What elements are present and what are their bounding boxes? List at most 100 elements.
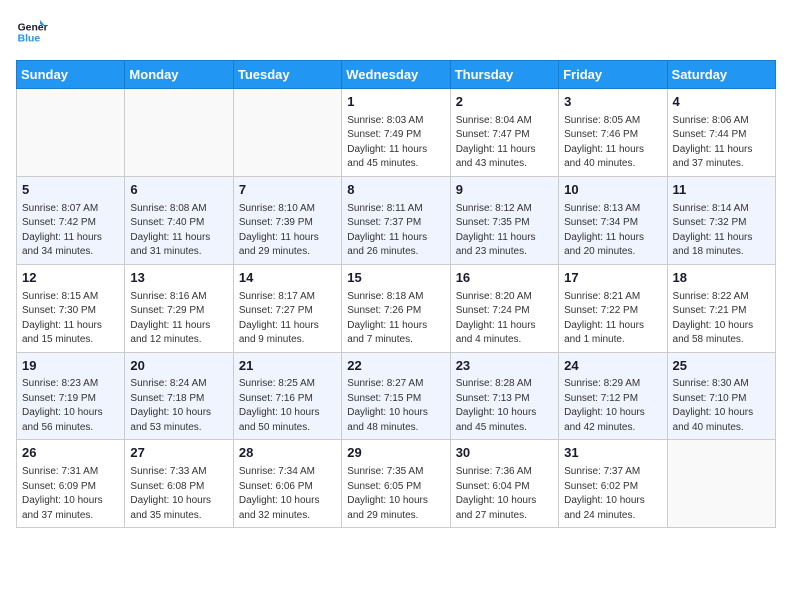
day-info-line: and 12 minutes. bbox=[130, 333, 227, 348]
day-info-line: and 37 minutes. bbox=[673, 157, 770, 172]
day-number: 17 bbox=[564, 269, 661, 288]
calendar-week-row: 19Sunrise: 8:23 AMSunset: 7:19 PMDayligh… bbox=[17, 352, 776, 440]
day-info-line: and 18 minutes. bbox=[673, 245, 770, 260]
calendar-table: SundayMondayTuesdayWednesdayThursdayFrid… bbox=[16, 60, 776, 528]
calendar-cell: 10Sunrise: 8:13 AMSunset: 7:34 PMDayligh… bbox=[559, 176, 667, 264]
day-number: 15 bbox=[347, 269, 444, 288]
day-info-line: and 40 minutes. bbox=[564, 157, 661, 172]
day-info-line: Daylight: 10 hours bbox=[456, 406, 553, 421]
calendar-cell: 2Sunrise: 8:04 AMSunset: 7:47 PMDaylight… bbox=[450, 89, 558, 177]
day-info-line: Sunset: 7:27 PM bbox=[239, 304, 336, 319]
calendar-week-row: 12Sunrise: 8:15 AMSunset: 7:30 PMDayligh… bbox=[17, 264, 776, 352]
day-info-line: and 40 minutes. bbox=[673, 421, 770, 436]
day-info-line: Sunset: 7:18 PM bbox=[130, 392, 227, 407]
day-number: 10 bbox=[564, 181, 661, 200]
day-info-line: Daylight: 10 hours bbox=[22, 494, 119, 509]
day-number: 1 bbox=[347, 93, 444, 112]
calendar-cell: 5Sunrise: 8:07 AMSunset: 7:42 PMDaylight… bbox=[17, 176, 125, 264]
calendar-cell: 12Sunrise: 8:15 AMSunset: 7:30 PMDayligh… bbox=[17, 264, 125, 352]
day-info-line: and 53 minutes. bbox=[130, 421, 227, 436]
day-info-line: Daylight: 11 hours bbox=[22, 231, 119, 246]
day-info-line: Daylight: 10 hours bbox=[239, 494, 336, 509]
day-info-line: Sunrise: 7:37 AM bbox=[564, 465, 661, 480]
day-info-line: Sunrise: 8:22 AM bbox=[673, 290, 770, 305]
day-info-line: Daylight: 10 hours bbox=[673, 406, 770, 421]
day-number: 25 bbox=[673, 357, 770, 376]
day-info-line: Sunset: 7:21 PM bbox=[673, 304, 770, 319]
logo-icon: General Blue bbox=[16, 16, 48, 48]
day-info-line: Daylight: 11 hours bbox=[347, 319, 444, 334]
calendar-cell: 6Sunrise: 8:08 AMSunset: 7:40 PMDaylight… bbox=[125, 176, 233, 264]
day-info-line: Daylight: 11 hours bbox=[239, 319, 336, 334]
day-info-line: Sunrise: 8:18 AM bbox=[347, 290, 444, 305]
day-info-line: and 58 minutes. bbox=[673, 333, 770, 348]
day-info-line: Sunset: 7:22 PM bbox=[564, 304, 661, 319]
day-number: 8 bbox=[347, 181, 444, 200]
calendar-cell: 21Sunrise: 8:25 AMSunset: 7:16 PMDayligh… bbox=[233, 352, 341, 440]
day-info-line: Sunrise: 8:05 AM bbox=[564, 114, 661, 129]
calendar-cell: 15 Sunrise: 8:18 AMSunset: 7:26 PMDayligh… bbox=[342, 264, 450, 352]
day-info-line: Daylight: 11 hours bbox=[456, 143, 553, 158]
day-info-line: Sunrise: 7:33 AM bbox=[130, 465, 227, 480]
day-info-line: Sunrise: 8:13 AM bbox=[564, 202, 661, 217]
day-info-line: Daylight: 11 hours bbox=[347, 231, 444, 246]
day-info-line: Daylight: 10 hours bbox=[347, 406, 444, 421]
day-info-line: Daylight: 11 hours bbox=[22, 319, 119, 334]
calendar-cell: 22Sunrise: 8:27 AMSunset: 7:15 PMDayligh… bbox=[342, 352, 450, 440]
calendar-cell: 28Sunrise: 7:34 AMSunset: 6:06 PMDayligh… bbox=[233, 440, 341, 528]
calendar-cell: 14Sunrise: 8:17 AMSunset: 7:27 PMDayligh… bbox=[233, 264, 341, 352]
day-info-line: Sunset: 7:34 PM bbox=[564, 216, 661, 231]
day-number: 24 bbox=[564, 357, 661, 376]
calendar-cell: 9Sunrise: 8:12 AMSunset: 7:35 PMDaylight… bbox=[450, 176, 558, 264]
calendar-header-row: SundayMondayTuesdayWednesdayThursdayFrid… bbox=[17, 61, 776, 89]
day-info-line: Sunset: 6:05 PM bbox=[347, 480, 444, 495]
day-info-line: Daylight: 10 hours bbox=[564, 494, 661, 509]
calendar-cell bbox=[667, 440, 775, 528]
column-header-monday: Monday bbox=[125, 61, 233, 89]
calendar-cell: 26Sunrise: 7:31 AMSunset: 6:09 PMDayligh… bbox=[17, 440, 125, 528]
day-info-line: Daylight: 11 hours bbox=[456, 319, 553, 334]
day-info-line: Sunset: 7:30 PM bbox=[22, 304, 119, 319]
day-info-line: Sunrise: 8:11 AM bbox=[347, 202, 444, 217]
day-info-line: Sunset: 7:37 PM bbox=[347, 216, 444, 231]
day-info-line: Sunrise: 8:06 AM bbox=[673, 114, 770, 129]
day-number: 23 bbox=[456, 357, 553, 376]
day-info-line: Sunset: 7:12 PM bbox=[564, 392, 661, 407]
day-info-line: Daylight: 10 hours bbox=[239, 406, 336, 421]
calendar-cell: 8 Sunrise: 8:11 AMSunset: 7:37 PMDaylight… bbox=[342, 176, 450, 264]
day-number: 11 bbox=[673, 181, 770, 200]
day-info-line: Daylight: 10 hours bbox=[130, 494, 227, 509]
day-info-line: Sunset: 7:15 PM bbox=[347, 392, 444, 407]
day-info-line: Sunrise: 8:16 AM bbox=[130, 290, 227, 305]
day-info-line: and 45 minutes. bbox=[347, 157, 444, 172]
day-number: 13 bbox=[130, 269, 227, 288]
calendar-week-row: 5Sunrise: 8:07 AMSunset: 7:42 PMDaylight… bbox=[17, 176, 776, 264]
day-info-line: Daylight: 10 hours bbox=[347, 494, 444, 509]
day-info-line: Daylight: 11 hours bbox=[347, 143, 444, 158]
day-info-line: Sunrise: 8:08 AM bbox=[130, 202, 227, 217]
day-info-line: Sunset: 6:08 PM bbox=[130, 480, 227, 495]
day-info-line: Sunset: 7:26 PM bbox=[347, 304, 444, 319]
day-info-line: and 26 minutes. bbox=[347, 245, 444, 260]
calendar-cell: 4Sunrise: 8:06 AMSunset: 7:44 PMDaylight… bbox=[667, 89, 775, 177]
day-info-line: and 23 minutes. bbox=[456, 245, 553, 260]
day-info-line: and 7 minutes. bbox=[347, 333, 444, 348]
calendar-cell bbox=[17, 89, 125, 177]
day-info-line: Sunset: 7:32 PM bbox=[673, 216, 770, 231]
day-number: 3 bbox=[564, 93, 661, 112]
day-info-line: Sunrise: 8:07 AM bbox=[22, 202, 119, 217]
day-info-line: Sunrise: 8:25 AM bbox=[239, 377, 336, 392]
day-info-line: and 4 minutes. bbox=[456, 333, 553, 348]
day-info-line: Sunrise: 7:31 AM bbox=[22, 465, 119, 480]
day-info-line: Sunset: 6:04 PM bbox=[456, 480, 553, 495]
calendar-week-row: 26Sunrise: 7:31 AMSunset: 6:09 PMDayligh… bbox=[17, 440, 776, 528]
column-header-sunday: Sunday bbox=[17, 61, 125, 89]
day-info-line: Sunset: 7:47 PM bbox=[456, 128, 553, 143]
day-info-line: and 35 minutes. bbox=[130, 509, 227, 524]
day-info-line: Sunrise: 7:35 AM bbox=[347, 465, 444, 480]
day-info-line: Sunrise: 7:34 AM bbox=[239, 465, 336, 480]
day-info-line: Sunset: 7:29 PM bbox=[130, 304, 227, 319]
column-header-thursday: Thursday bbox=[450, 61, 558, 89]
calendar-cell: 20Sunrise: 8:24 AMSunset: 7:18 PMDayligh… bbox=[125, 352, 233, 440]
day-info-line: and 56 minutes. bbox=[22, 421, 119, 436]
